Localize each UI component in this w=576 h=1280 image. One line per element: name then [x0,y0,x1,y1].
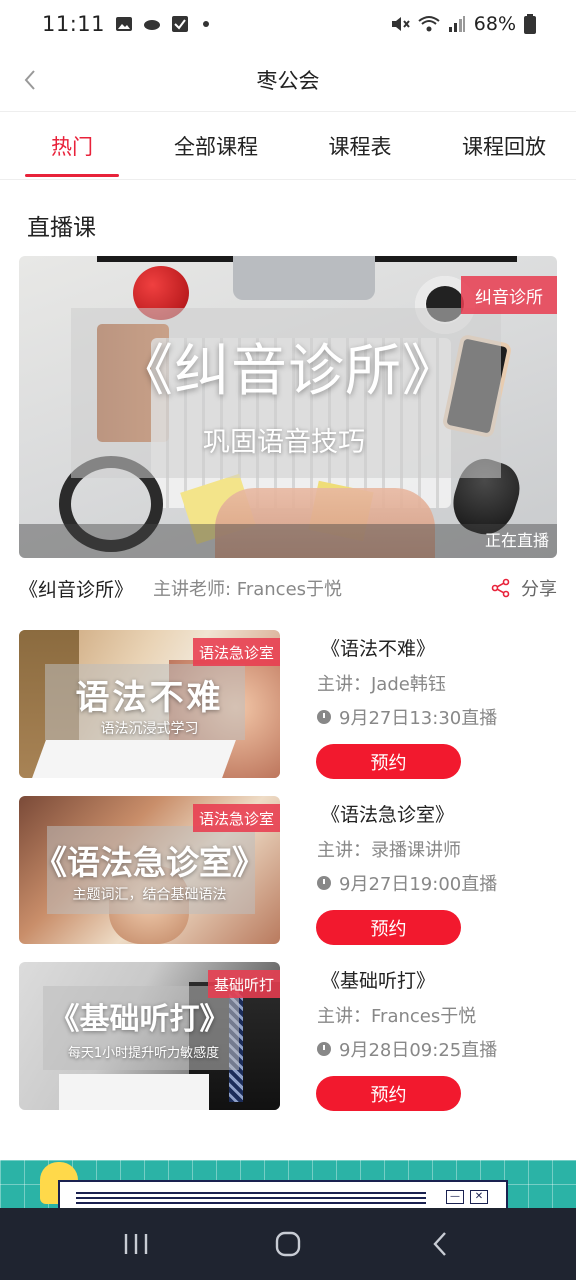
close-icon: ✕ [470,1190,488,1204]
live-course-teacher: 主讲老师: Frances于悦 [153,579,343,600]
share-icon [491,578,510,598]
tab-hot[interactable]: 热门 [0,112,144,179]
course-teacher: 主讲：Frances于悦 [317,1006,477,1027]
checkbox-icon [172,16,189,32]
reserve-button[interactable]: 预约 [316,744,461,779]
course-title: 《语法急诊室》 [321,804,455,826]
app-header: 枣公会 [0,48,576,112]
course-card[interactable]: 《基础听打》 每天1小时提升听力敏感度 基础听打 《基础听打》 主讲：Franc… [19,962,559,1111]
battery-icon [524,14,536,34]
live-course-name: 《纠音诊所》 [19,578,134,601]
course-teacher: 主讲：录播课讲师 [317,840,461,861]
course-teacher: 主讲：Jade韩钰 [317,674,446,695]
banner-status-bar [19,524,557,558]
promo-lines [76,1192,426,1204]
live-status-label: 正在直播 [484,531,549,550]
thumb-subtitle: 语法沉浸式学习 [100,721,199,737]
promo-window-controls: — ✕ [446,1190,488,1204]
recents-button[interactable] [106,1214,166,1274]
thumb-photo-paper [59,1074,209,1110]
thumb-title: 《基础听打》 [49,1002,230,1037]
tab-replay[interactable]: 课程回放 [432,112,576,179]
wifi-icon [418,16,440,32]
live-course-banner[interactable]: 《纠音诊所》 巩固语音技巧 纠音诊所 正在直播 [19,256,557,558]
reserve-button[interactable]: 预约 [316,1076,461,1111]
status-bar: 11:11 68% [0,0,576,48]
tab-all-courses[interactable]: 全部课程 [144,112,288,179]
course-time: 9月27日13:30直播 [317,704,497,730]
banner-photo-stand [233,256,375,300]
home-button[interactable] [258,1214,318,1274]
thumb-subtitle: 主题词汇，结合基础语法 [72,887,227,903]
course-time: 9月28日09:25直播 [317,1036,497,1062]
course-thumbnail: 《语法急诊室》 主题词汇，结合基础语法 语法急诊室 [19,796,280,944]
share-button[interactable]: 分享 [491,575,557,601]
course-thumbnail: 《基础听打》 每天1小时提升听力敏感度 基础听打 [19,962,280,1110]
promo-window-graphic: — ✕ [58,1180,508,1208]
reserve-button[interactable]: 预约 [316,910,461,945]
clock-icon [317,1042,331,1056]
share-label: 分享 [521,579,557,600]
course-title: 《基础听打》 [321,970,436,992]
back-icon [433,1232,446,1256]
course-time-text: 9月27日19:00直播 [339,874,498,895]
tab-schedule[interactable]: 课程表 [288,112,432,179]
signal-icon [448,16,465,32]
course-time: 9月27日19:00直播 [317,870,497,896]
minimize-icon: — [446,1190,464,1204]
thumb-title: 《语法急诊室》 [34,843,265,882]
promo-banner[interactable]: — ✕ [0,1160,576,1208]
app-screen: 11:11 68% 枣公会 热门 全部课程 课程表 课程回放 直播课 《纠音诊所… [0,0,576,1280]
live-course-info: 《纠音诊所》 主讲老师: Frances于悦 分享 [19,570,557,606]
status-time: 11:11 [42,12,106,36]
home-icon [275,1231,301,1257]
gallery-icon [116,17,133,31]
course-card[interactable]: 《语法急诊室》 主题词汇，结合基础语法 语法急诊室 《语法急诊室》 主讲：录播课… [19,796,559,945]
course-time-text: 9月27日13:30直播 [339,708,498,729]
thumb-photo-laptop [32,740,236,778]
thumb-title: 语法不难 [75,678,224,718]
thumb-subtitle: 每天1小时提升听力敏感度 [67,1046,220,1061]
banner-subtitle: 巩固语音技巧 [203,427,365,458]
system-nav-bar [0,1208,576,1280]
thumb-category-tag: 语法急诊室 [192,638,280,666]
clock-icon [317,710,331,724]
section-title: 直播课 [27,215,96,241]
cloud-icon [144,20,161,30]
system-back-button[interactable] [410,1214,470,1274]
course-thumbnail: 语法不难 语法沉浸式学习 语法急诊室 [19,630,280,778]
banner-category-tag: 纠音诊所 [461,276,557,314]
thumb-category-tag: 语法急诊室 [192,804,280,832]
back-button[interactable] [12,62,48,98]
course-time-text: 9月28日09:25直播 [339,1040,498,1061]
banner-title: 《纠音诊所》 [117,339,459,404]
thumb-category-tag: 基础听打 [207,970,280,998]
course-card[interactable]: 语法不难 语法沉浸式学习 语法急诊室 《语法不难》 主讲：Jade韩钰 9月27… [19,630,559,779]
mute-icon [391,17,410,31]
tab-bar: 热门 全部课程 课程表 课程回放 [0,112,576,180]
page-title: 枣公会 [256,68,320,93]
course-title: 《语法不难》 [321,638,436,660]
notification-dot-icon [203,21,210,27]
recents-icon [124,1234,148,1254]
battery-percent: 68% [473,13,516,35]
clock-icon [317,876,331,890]
back-chevron-icon [24,70,35,90]
